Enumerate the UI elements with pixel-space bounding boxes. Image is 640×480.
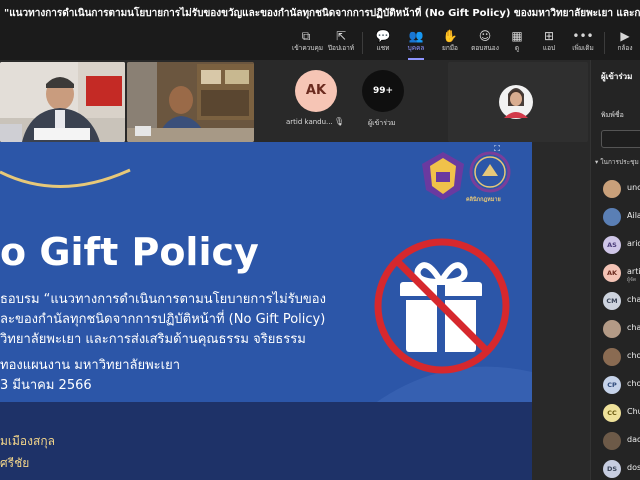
legal-clinic-logo <box>469 151 511 193</box>
apps-icon: ⊞ <box>543 29 555 43</box>
avatar <box>603 320 621 338</box>
video-tile-participant-3[interactable] <box>448 62 588 142</box>
hand-icon: ✋ <box>442 29 458 43</box>
more-icon: ••• <box>572 29 594 43</box>
participant-row[interactable]: dao <box>603 432 640 452</box>
slide-line-1: ธอบรม “แนวทางการดำเนินการตามนโยบายการไม่… <box>0 292 326 307</box>
meeting-toolbar: ⧉ เข้าควบคุม ⇱ ป๊อปเอาท์ 💬 แชท 👥 บุคคล ✋… <box>0 26 640 60</box>
slide-footer-band <box>0 402 532 480</box>
avatar-ak[interactable]: AK <box>295 70 337 112</box>
avatar <box>603 180 621 198</box>
meeting-title: "แนวทางการดำเนินการตามนโยบายการไม่รับของ… <box>4 8 640 19</box>
popout-button[interactable]: ⇱ ป๊อปเอาท์ <box>324 28 358 58</box>
overflow-participants-badge[interactable]: 99+ <box>362 70 404 112</box>
participant-row[interactable]: CC Chu <box>603 404 640 424</box>
avatar: AK <box>603 264 621 282</box>
university-logo <box>422 152 464 200</box>
react-button[interactable]: ☺ ตอบสนอง <box>466 28 504 58</box>
overflow-participants-label: ผู้เข้าร่วม <box>368 119 396 127</box>
chat-button[interactable]: 💬 แชท <box>370 28 396 58</box>
camera-button[interactable]: ▶ กล้อง <box>612 28 638 58</box>
apps-button[interactable]: ⊞ แอป <box>536 28 562 58</box>
popout-icon: ⇱ <box>335 29 347 43</box>
legal-clinic-label: คลินิกกฎหมาย <box>466 197 501 203</box>
slide-line-5: 3 มีนาคม 2566 <box>0 378 92 393</box>
join-icon: ⧉ <box>301 29 311 43</box>
video-tile-participant-2[interactable] <box>127 62 254 142</box>
participant-row[interactable]: AS arid <box>603 236 640 256</box>
avatar: CM <box>603 292 621 310</box>
toolbar-separator <box>604 32 605 54</box>
avatar: DS <box>603 460 621 478</box>
search-hint: พิมพ์ชื่อ <box>601 111 624 119</box>
avatar <box>603 208 621 226</box>
slide-line-2: ละของกำนัลทุกชนิดจากการปฏิบัติหน้าที่ (N… <box>0 312 326 327</box>
in-meeting-section[interactable]: ▾ ในการประชุม <box>595 157 639 167</box>
slide-line-3: วิทยาลัยพะเยา และการส่งเสริมด้านคุณธรรม … <box>0 332 306 347</box>
video-feed <box>0 62 125 142</box>
participant-row[interactable]: DS dos <box>603 460 640 480</box>
people-button[interactable]: 👥 บุคคล <box>400 28 432 60</box>
avatar: AS <box>603 236 621 254</box>
slide-presenter-1: มเมืองสกุล <box>0 434 55 448</box>
participant-search-input[interactable] <box>601 130 640 148</box>
join-button[interactable]: ⧉ เข้าควบคุม <box>292 28 323 58</box>
participant-row[interactable]: AK artid ผู้จัด <box>603 264 640 284</box>
grid-icon: ▦ <box>511 29 523 43</box>
participants-panel: ผู้เข้าร่วม พิมพ์ชื่อ ▾ ในการประชุม unc … <box>590 60 640 480</box>
slide-heading: o Gift Policy <box>0 230 259 274</box>
toolbar-separator <box>362 32 363 54</box>
avatar: CP <box>603 376 621 394</box>
view-button[interactable]: ▦ ดู <box>506 28 528 58</box>
slide-presenter-2: ศรีชัย <box>0 456 30 470</box>
smiley-icon: ☺ <box>478 29 492 43</box>
expand-icon[interactable]: ⛶ <box>492 144 502 154</box>
participant-row[interactable]: cho <box>603 348 640 368</box>
title-bar: "แนวทางการดำเนินการตามนโยบายการไม่รับของ… <box>0 0 640 26</box>
people-icon: 👥 <box>408 29 424 43</box>
slide-line-4: ทองแผนงาน มหาวิทยาลัยพะเยา <box>0 358 180 373</box>
participant-row[interactable]: chat <box>603 320 640 340</box>
chat-icon: 💬 <box>375 29 391 43</box>
participant-row[interactable]: Aila <box>603 208 640 228</box>
video-feed <box>127 62 254 142</box>
video-tile-participant-1[interactable] <box>0 62 125 142</box>
shared-slide: คลินิกกฎหมาย o Gift Policy ธอบรม “แนวทาง… <box>0 142 532 480</box>
meeting-stage: AK artid kandu... 🎙 99+ ผู้เข้าร่วม คลิน… <box>0 60 590 480</box>
panel-title: ผู้เข้าร่วม <box>601 72 633 81</box>
participant-row[interactable]: CM chat <box>603 292 640 312</box>
avatar-photo <box>448 62 588 142</box>
more-button[interactable]: ••• เพิ่มเติม <box>568 28 598 58</box>
camera-icon: ▶ <box>620 29 630 43</box>
avatar: CC <box>603 404 621 422</box>
no-gift-icon <box>374 238 510 374</box>
raise-hand-button[interactable]: ✋ ยกมือ <box>436 28 464 58</box>
participant-row[interactable]: unc <box>603 180 640 200</box>
participant-name-ak: artid kandu... <box>286 118 333 126</box>
avatar <box>603 348 621 366</box>
avatar <box>603 432 621 450</box>
participant-row[interactable]: CP cho <box>603 376 640 396</box>
mic-muted-icon: 🎙 <box>334 117 345 126</box>
